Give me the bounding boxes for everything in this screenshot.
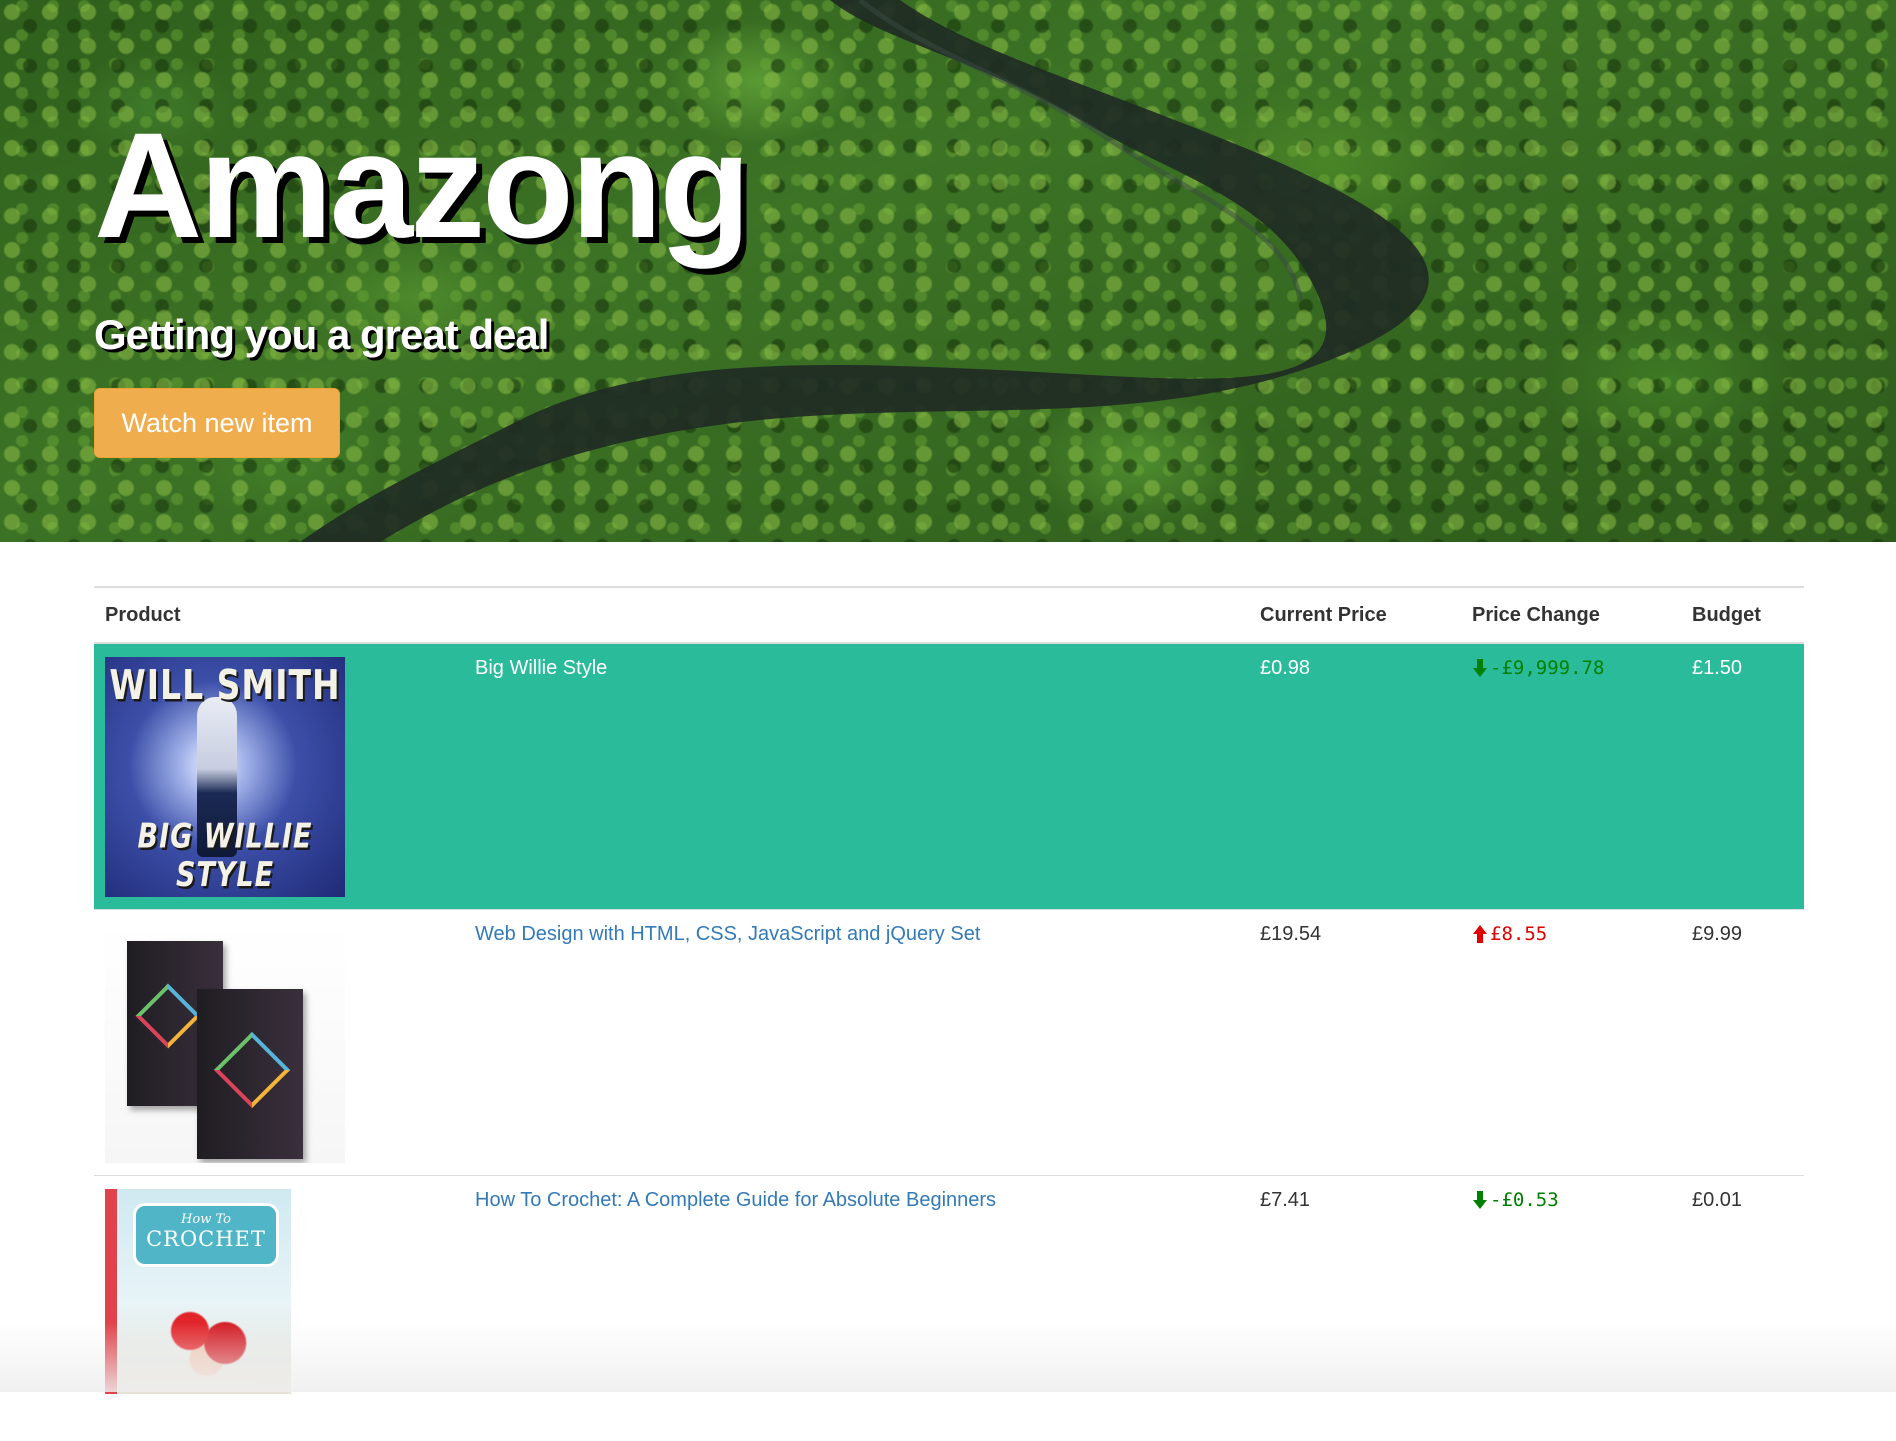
product-title-cell: How To Crochet: A Complete Guide for Abs… — [464, 1175, 1249, 1441]
product-image[interactable] — [105, 923, 345, 1163]
product-title-cell: Web Design with HTML, CSS, JavaScript an… — [464, 909, 1249, 1175]
column-header-title-spacer — [464, 587, 1249, 643]
price-change-value: -£9,999.78 — [1490, 657, 1604, 679]
hero-banner: Amazong Getting you a great deal Watch n… — [0, 0, 1896, 542]
table-row[interactable]: How To CROCHET How To Crochet: A Complet… — [94, 1175, 1804, 1441]
arrow-up-icon — [1472, 924, 1488, 944]
product-link[interactable]: How To Crochet: A Complete Guide for Abs… — [475, 1189, 996, 1211]
current-price-cell: £0.98 — [1249, 643, 1461, 909]
budget-cell: £0.01 — [1681, 1175, 1804, 1441]
product-image-cell: WILL SMITH BIG WILLIE STYLE — [94, 643, 464, 909]
price-change: -£0.53 — [1472, 1189, 1559, 1211]
arrow-down-icon — [1472, 658, 1488, 678]
cover-text-top: WILL SMITH — [105, 660, 345, 709]
table-header: Product Current Price Price Change Budge… — [94, 587, 1804, 643]
price-change: £8.55 — [1472, 923, 1547, 945]
price-change-cell: -£9,999.78 — [1461, 643, 1681, 909]
product-image-cell — [94, 909, 464, 1175]
column-header-current-price: Current Price — [1249, 587, 1461, 643]
current-price-cell: £19.54 — [1249, 909, 1461, 1175]
product-link[interactable]: Web Design with HTML, CSS, JavaScript an… — [475, 923, 980, 945]
arrow-down-icon — [1472, 1190, 1488, 1210]
price-change-cell: £8.55 — [1461, 909, 1681, 1175]
site-title: Amazong — [94, 100, 748, 270]
product-image-cell: How To CROCHET — [94, 1175, 464, 1441]
table-row[interactable]: WILL SMITH BIG WILLIE STYLE Big Willie S… — [94, 643, 1804, 909]
cover-text-big: CROCHET — [136, 1227, 276, 1251]
cover-title-plaque: How To CROCHET — [133, 1203, 279, 1267]
budget-cell: £9.99 — [1681, 909, 1804, 1175]
watched-items-table: Product Current Price Price Change Budge… — [94, 586, 1804, 1441]
cover-text-small: How To — [136, 1212, 276, 1227]
table-row[interactable]: Web Design with HTML, CSS, JavaScript an… — [94, 909, 1804, 1175]
cover-crochet-artwork — [157, 1299, 267, 1379]
price-change-value: -£0.53 — [1490, 1189, 1559, 1211]
column-header-product: Product — [94, 587, 464, 643]
watched-items: Product Current Price Price Change Budge… — [94, 586, 1804, 1441]
site-tagline: Getting you a great deal — [94, 310, 748, 360]
cover-text-bottom: BIG WILLIE STYLE — [105, 817, 345, 895]
product-image[interactable]: WILL SMITH BIG WILLIE STYLE — [105, 657, 345, 897]
product-link[interactable]: Big Willie Style — [475, 657, 607, 679]
product-title-cell: Big Willie Style — [464, 643, 1249, 909]
budget-cell: £1.50 — [1681, 643, 1804, 909]
price-change-cell: -£0.53 — [1461, 1175, 1681, 1441]
price-change: -£9,999.78 — [1472, 657, 1604, 679]
column-header-budget: Budget — [1681, 587, 1804, 643]
price-change-value: £8.55 — [1490, 923, 1547, 945]
product-image[interactable]: How To CROCHET — [105, 1189, 291, 1394]
watch-new-item-button[interactable]: Watch new item — [94, 388, 340, 458]
column-header-price-change: Price Change — [1461, 587, 1681, 643]
current-price-cell: £7.41 — [1249, 1175, 1461, 1441]
